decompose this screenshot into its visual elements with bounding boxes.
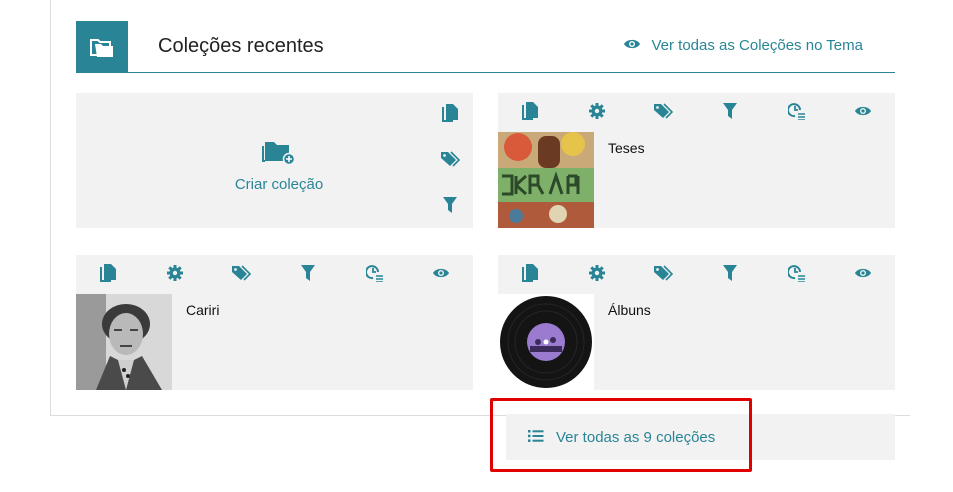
activity-icon[interactable] bbox=[786, 263, 806, 283]
copy-icon[interactable] bbox=[520, 263, 540, 283]
eye-icon bbox=[623, 37, 641, 54]
filter-icon[interactable] bbox=[440, 195, 460, 215]
page-title: Coleções recentes bbox=[158, 35, 324, 57]
filter-icon[interactable] bbox=[720, 263, 740, 283]
collection-toolbar bbox=[498, 101, 895, 123]
copy-icon[interactable] bbox=[440, 103, 460, 123]
create-collection-label: Criar coleção bbox=[234, 176, 324, 193]
tags-icon[interactable] bbox=[653, 263, 673, 283]
copy-icon[interactable] bbox=[520, 101, 540, 121]
see-all-collections-label: Ver todas as 9 coleções bbox=[556, 428, 716, 446]
create-collection-card: Criar coleção bbox=[76, 93, 473, 228]
see-all-collections-theme-label: Ver todas as Coleções no Tema bbox=[651, 37, 863, 54]
create-card-tools bbox=[439, 103, 461, 215]
copy-icon[interactable] bbox=[98, 263, 118, 283]
settings-icon[interactable] bbox=[587, 101, 607, 121]
create-collection-button[interactable]: Criar coleção bbox=[204, 137, 354, 193]
collection-toolbar bbox=[76, 263, 473, 285]
eye-icon[interactable] bbox=[853, 263, 873, 283]
collection-title[interactable]: Cariri bbox=[186, 302, 219, 318]
collection-card-albuns[interactable]: Álbuns bbox=[498, 255, 895, 390]
tags-icon[interactable] bbox=[440, 149, 460, 169]
list-icon bbox=[528, 429, 544, 446]
settings-icon[interactable] bbox=[587, 263, 607, 283]
section-header: Coleções recentes Ver todas as Coleções … bbox=[76, 21, 895, 73]
folder-add-icon bbox=[262, 142, 296, 169]
settings-icon[interactable] bbox=[165, 263, 185, 283]
see-all-collections-theme-link[interactable]: Ver todas as Coleções no Tema bbox=[623, 37, 863, 54]
filter-icon[interactable] bbox=[720, 101, 740, 121]
collection-toolbar bbox=[498, 263, 895, 285]
see-all-collections-button[interactable]: Ver todas as 9 coleções bbox=[508, 416, 746, 458]
activity-icon[interactable] bbox=[786, 101, 806, 121]
collection-thumbnail[interactable] bbox=[498, 132, 594, 228]
collection-card-cariri[interactable]: Cariri bbox=[76, 255, 473, 390]
collection-title[interactable]: Teses bbox=[608, 140, 645, 156]
tags-icon[interactable] bbox=[653, 101, 673, 121]
collection-card-teses[interactable]: Teses bbox=[498, 93, 895, 228]
collection-thumbnail[interactable] bbox=[498, 294, 594, 390]
activity-icon[interactable] bbox=[364, 263, 384, 283]
tags-icon[interactable] bbox=[231, 263, 251, 283]
eye-icon[interactable] bbox=[853, 101, 873, 121]
folders-icon bbox=[76, 21, 128, 73]
collection-title[interactable]: Álbuns bbox=[608, 302, 651, 318]
filter-icon[interactable] bbox=[298, 263, 318, 283]
collection-thumbnail[interactable] bbox=[76, 294, 172, 390]
eye-icon[interactable] bbox=[431, 263, 451, 283]
